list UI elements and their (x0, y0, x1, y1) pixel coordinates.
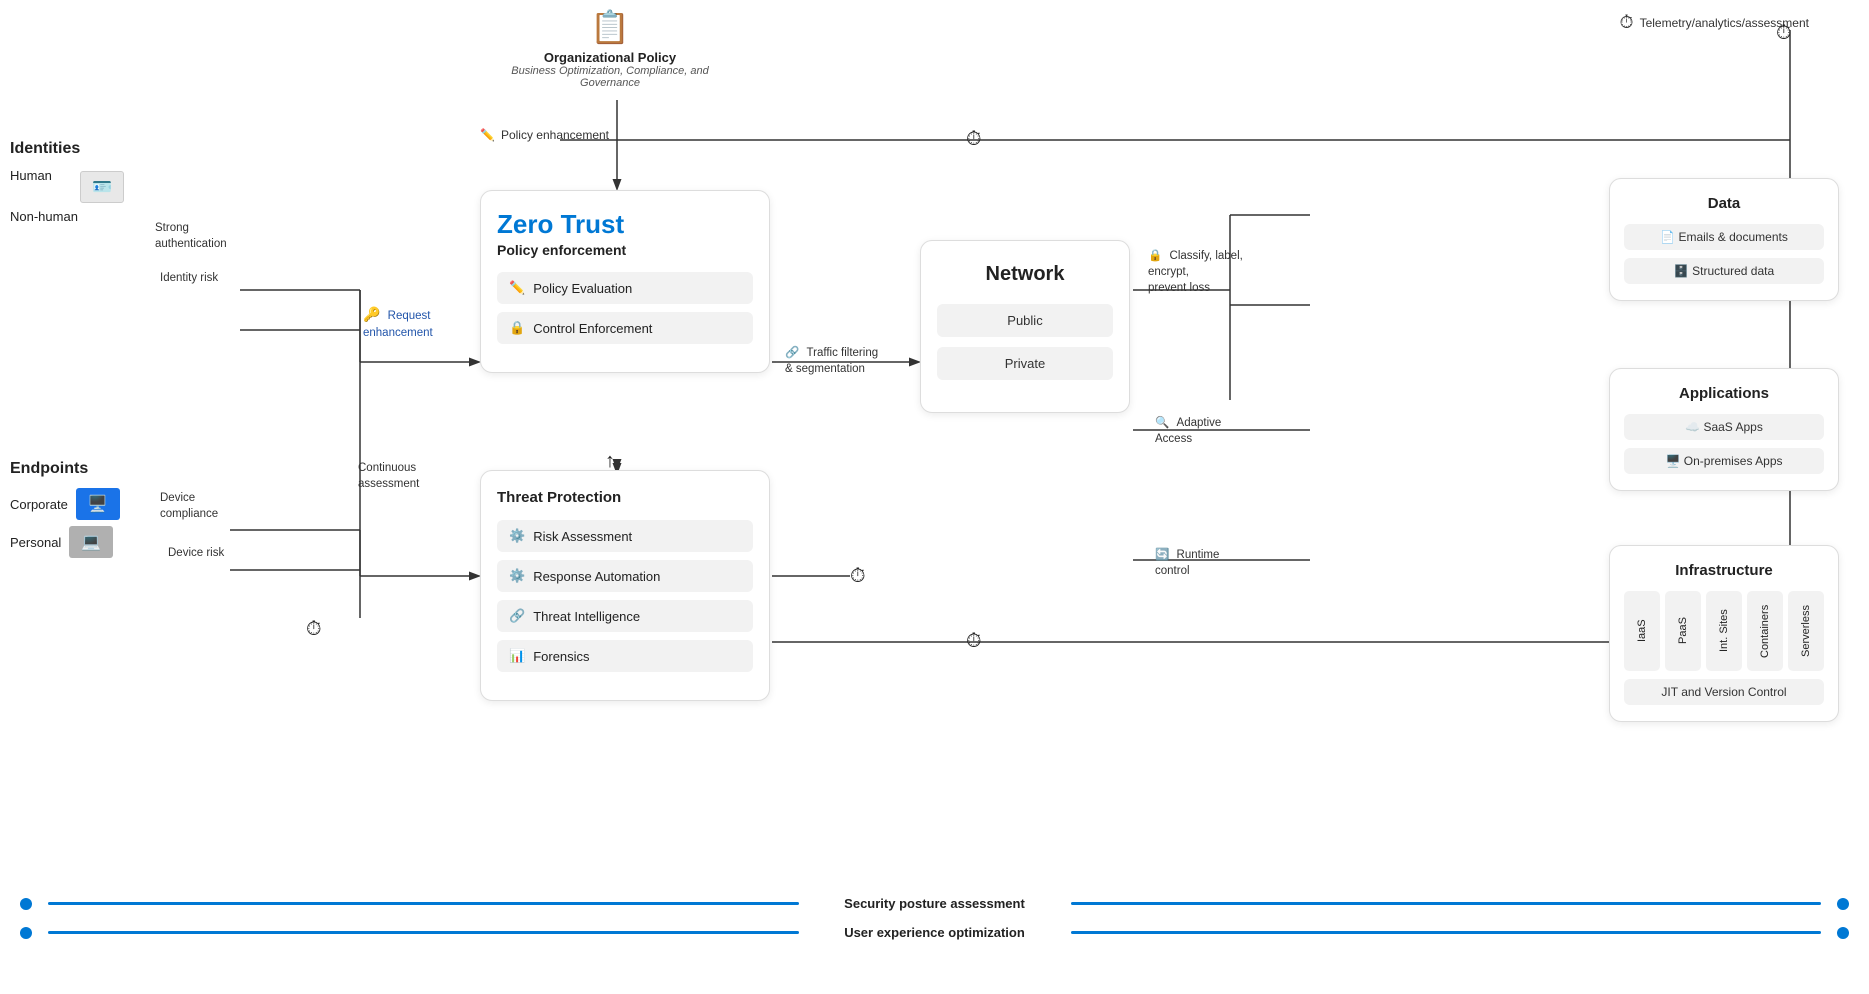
infra-iaas: IaaS (1624, 591, 1660, 671)
share-icon-traffic: 🔗 (785, 347, 799, 359)
document-icon: 📋 (500, 8, 720, 46)
continuous-assessment-label: Continuousassessment (358, 460, 419, 492)
bar-line-right-1 (1071, 902, 1822, 905)
infra-paas: PaaS (1665, 591, 1701, 671)
threat-protection-box: Threat Protection ⚙️ Risk Assessment ⚙️ … (480, 470, 770, 701)
bar-line-left-1 (48, 902, 799, 905)
key-icon: 🔑 (363, 306, 380, 322)
device-compliance-label: Devicecompliance (160, 490, 218, 522)
user-experience-bar: User experience optimization (20, 925, 1849, 940)
id-card-icon: 🪪 (80, 171, 124, 203)
infra-columns: IaaS PaaS Int. Sites Containers Serverle… (1624, 591, 1824, 671)
saas-apps-item: ☁️ SaaS Apps (1624, 414, 1824, 440)
classify-label: 🔒 Classify, label,encrypt,prevent loss (1148, 248, 1243, 296)
database-icon: 🗄️ (1674, 264, 1689, 278)
fingerprint-icon: 🔍 (1155, 417, 1169, 429)
infra-serverless: Serverless (1788, 591, 1824, 671)
infra-containers: Containers (1747, 591, 1783, 671)
bottom-bars: Security posture assessment User experie… (0, 896, 1869, 954)
device-corporate-icon: 🖥️ (76, 488, 120, 520)
identity-card-row: 🪪 (80, 171, 210, 203)
zero-trust-box: Zero Trust Policy enforcement ✏️ Policy … (480, 190, 770, 373)
org-policy: 📋 Organizational Policy Business Optimiz… (500, 8, 720, 89)
speedometer-top-right: ⏱ (1776, 22, 1792, 45)
applications-box: Applications ☁️ SaaS Apps 🖥️ On-premises… (1609, 368, 1839, 491)
bar-line-left-2 (48, 931, 799, 934)
network-box: Network Public Private (920, 240, 1130, 413)
refresh-icon: 🔄 (1155, 549, 1169, 561)
edit-icon: ✏️ (480, 128, 495, 142)
structured-data-item: 🗄️ Structured data (1624, 258, 1824, 284)
risk-assessment-item: ⚙️ Risk Assessment (497, 520, 753, 552)
request-enhancement-label: 🔑 Requestenhancement (363, 305, 433, 341)
infra-int-sites: Int. Sites (1706, 591, 1742, 671)
identities-section: Identities Human 🪪 Non-human (10, 140, 210, 230)
control-enforcement-item: 🔒 Control Enforcement (497, 312, 753, 344)
data-box: Data 📄 Emails & documents 🗄️ Structured … (1609, 178, 1839, 301)
network-private: Private (937, 347, 1113, 380)
bar-line-right-2 (1071, 931, 1822, 934)
share-icon: 🔗 (509, 608, 525, 624)
threat-intelligence-item: 🔗 Threat Intelligence (497, 600, 753, 632)
speedometer-icon: ⏱ (1620, 12, 1634, 33)
lock-icon: 🔒 (509, 320, 525, 336)
device-personal-icon: 💻 (69, 526, 113, 558)
runtime-control-label: 🔄 Runtimecontrol (1155, 547, 1219, 579)
security-posture-label: Security posture assessment (815, 896, 1055, 911)
pencil-icon: ✏️ (509, 280, 525, 296)
security-posture-bar: Security posture assessment (20, 896, 1849, 911)
automation-icon: ⚙️ (509, 568, 525, 584)
adaptive-access-label: 🔍 AdaptiveAccess (1155, 415, 1221, 447)
infrastructure-box: Infrastructure IaaS PaaS Int. Sites Cont… (1609, 545, 1839, 722)
speedometer-forensics: ⏱ (966, 630, 982, 653)
bar-dot-right-2 (1837, 927, 1849, 939)
cloud-icon: ☁️ (1685, 420, 1700, 434)
identity-risk-label: Identity risk (160, 270, 218, 286)
bar-dot-right-1 (1837, 898, 1849, 910)
server-icon: 🖥️ (1665, 454, 1680, 468)
onprem-apps-item: 🖥️ On-premises Apps (1624, 448, 1824, 474)
forensics-item: 📊 Forensics (497, 640, 753, 672)
bar-dot-left-2 (20, 927, 32, 939)
policy-evaluation-item: ✏️ Policy Evaluation (497, 272, 753, 304)
network-public: Public (937, 304, 1113, 337)
traffic-filtering-label: 🔗 Traffic filtering& segmentation (785, 345, 878, 377)
jit-version-control: JIT and Version Control (1624, 679, 1824, 705)
risk-icon: ⚙️ (509, 528, 525, 544)
response-automation-item: ⚙️ Response Automation (497, 560, 753, 592)
forensics-icon: 📊 (509, 648, 525, 664)
device-risk-label: Device risk (168, 545, 224, 561)
speedometer-threat-right: ⏱ (850, 565, 866, 588)
speedometer-bottom-left: ⏱ (306, 618, 322, 641)
user-experience-label: User experience optimization (815, 925, 1055, 940)
lock-classify-icon: 🔒 (1148, 250, 1162, 262)
emails-documents-item: 📄 Emails & documents (1624, 224, 1824, 250)
document-data-icon: 📄 (1660, 230, 1675, 244)
speedometer-policy: ⏱ (966, 128, 982, 151)
strong-auth-label: Strongauthentication (155, 220, 227, 252)
bar-dot-left-1 (20, 898, 32, 910)
policy-enhancement: ✏️ Policy enhancement (480, 128, 609, 142)
